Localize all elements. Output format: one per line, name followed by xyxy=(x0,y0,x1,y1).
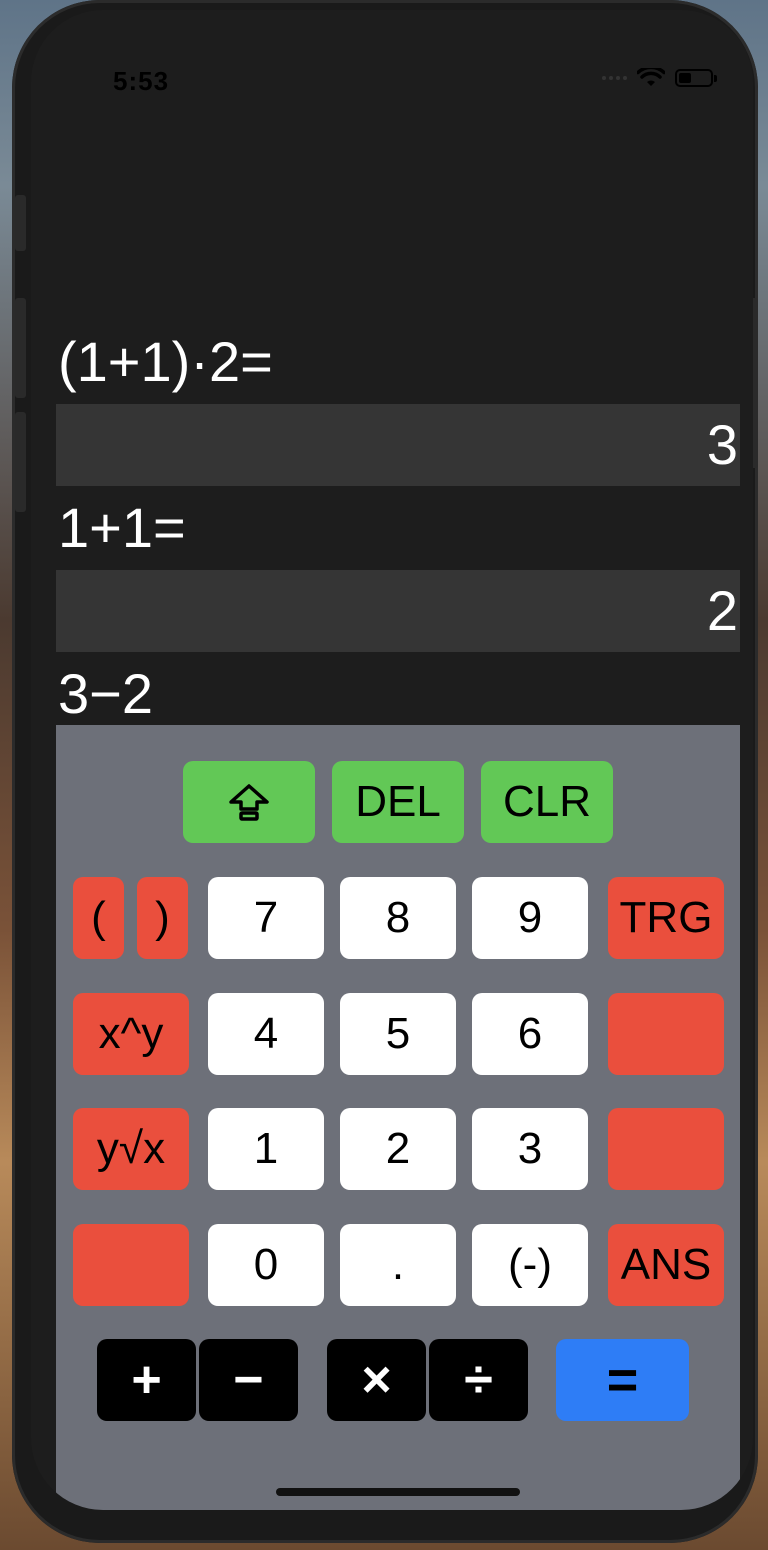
equals-button[interactable]: = xyxy=(556,1339,689,1421)
history-result[interactable]: 2 xyxy=(56,570,740,652)
digit-3-button[interactable]: 3 xyxy=(472,1108,588,1190)
divide-button[interactable]: ÷ xyxy=(429,1339,528,1421)
shift-icon xyxy=(229,784,269,821)
plus-button[interactable]: + xyxy=(97,1339,196,1421)
root-button[interactable]: y√x xyxy=(73,1108,189,1190)
wifi-icon xyxy=(637,68,665,86)
digit-0-button[interactable]: 0 xyxy=(208,1224,324,1306)
minus-button[interactable]: − xyxy=(199,1339,298,1421)
history-expression[interactable]: (1+1)·2= xyxy=(56,320,740,404)
battery-icon xyxy=(675,69,717,87)
ans-button[interactable]: ANS xyxy=(608,1224,724,1306)
app-screen: 5:53 (1+1)·2= 3 1+1= 2 3−2 DEL CLR () 7… xyxy=(31,10,753,1510)
digit-5-button[interactable]: 5 xyxy=(340,993,456,1075)
close-paren-button[interactable]: ) xyxy=(137,877,188,959)
digit-6-button[interactable]: 6 xyxy=(472,993,588,1075)
digit-9-button[interactable]: 9 xyxy=(472,877,588,959)
blank-function-button[interactable] xyxy=(73,1224,189,1306)
home-indicator[interactable] xyxy=(276,1488,520,1496)
multiply-button[interactable]: × xyxy=(327,1339,426,1421)
device-frame: 5:53 (1+1)·2= 3 1+1= 2 3−2 DEL CLR () 7… xyxy=(12,0,758,1543)
shift-button[interactable] xyxy=(183,761,315,843)
digit-7-button[interactable]: 7 xyxy=(208,877,324,959)
trig-button[interactable]: TRG xyxy=(608,877,724,959)
current-input[interactable]: 3−2 xyxy=(56,652,740,736)
blank-function-button[interactable] xyxy=(608,1108,724,1190)
mute-switch xyxy=(15,195,26,251)
open-paren-button[interactable]: ( xyxy=(73,877,124,959)
keypad: DEL CLR ( ) 7 8 9 TRG x^y 4 5 6 y√x 1 2 … xyxy=(56,725,740,1510)
blank-function-button[interactable] xyxy=(608,993,724,1075)
digit-8-button[interactable]: 8 xyxy=(340,877,456,959)
history-expression[interactable]: 1+1= xyxy=(56,486,740,570)
status-time: 5:53 xyxy=(113,66,170,96)
negate-button[interactable]: (-) xyxy=(472,1224,588,1306)
volume-up-button xyxy=(15,298,26,398)
volume-down-button xyxy=(15,412,26,512)
calculation-history: (1+1)·2= 3 1+1= 2 3−2 xyxy=(56,320,740,736)
digit-4-button[interactable]: 4 xyxy=(208,993,324,1075)
digit-2-button[interactable]: 2 xyxy=(340,1108,456,1190)
delete-button[interactable]: DEL xyxy=(332,761,464,843)
clear-button[interactable]: CLR xyxy=(481,761,613,843)
signal-icon xyxy=(602,76,627,80)
status-indicators xyxy=(602,68,717,88)
history-result[interactable]: 3 xyxy=(56,404,740,486)
power-button[interactable]: x^y xyxy=(73,993,189,1075)
decimal-button[interactable]: . xyxy=(340,1224,456,1306)
digit-1-button[interactable]: 1 xyxy=(208,1108,324,1190)
